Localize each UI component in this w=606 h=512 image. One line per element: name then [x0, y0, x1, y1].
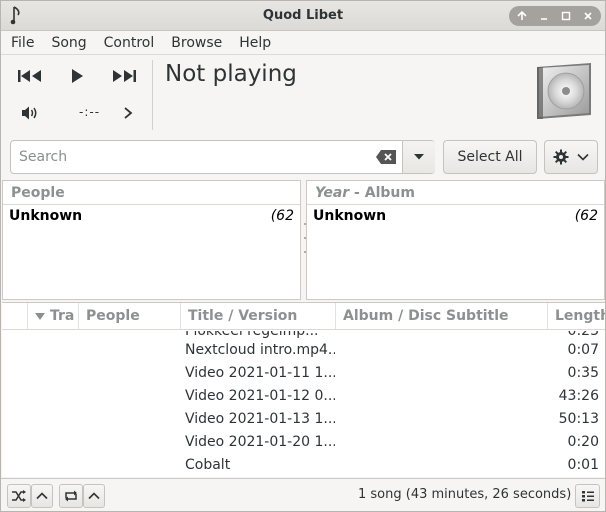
sort-down-icon	[35, 312, 45, 320]
next-button[interactable]	[109, 66, 139, 86]
next-icon	[113, 70, 136, 82]
menu-song[interactable]: Song	[51, 35, 86, 51]
queue-toggle-button[interactable]	[575, 484, 600, 508]
song-length: 0:01	[567, 457, 599, 473]
song-title: Video 2021-01-20 1...	[185, 434, 335, 450]
seek-forward-icon	[124, 107, 133, 119]
chevron-down-icon	[414, 154, 424, 160]
album-header-label: Album	[364, 184, 415, 201]
status-bar: 1 song (43 minutes, 26 seconds)	[1, 478, 605, 511]
album-pane-header[interactable]: Year - Album	[307, 181, 604, 205]
select-all-button[interactable]: Select All	[443, 140, 537, 174]
repeat-icon	[65, 490, 77, 502]
song-length: 50:13	[558, 411, 599, 427]
people-row-name: Unknown	[9, 208, 83, 224]
browser-options-button[interactable]	[544, 140, 598, 174]
column-track[interactable]: Tra	[28, 303, 79, 330]
column-blank[interactable]	[2, 303, 28, 330]
column-track-label: Tra	[50, 308, 75, 324]
volume-button[interactable]	[18, 103, 42, 123]
song-row[interactable]: Video 2021-01-12 0... 43:26	[2, 385, 605, 408]
chevron-up-icon	[36, 492, 48, 500]
song-list: Tra People Title / Version Album / Disc …	[2, 302, 605, 477]
list-icon	[581, 491, 594, 502]
menu-browse[interactable]: Browse	[171, 35, 222, 51]
album-cover-icon[interactable]	[533, 61, 595, 121]
gear-icon	[553, 149, 569, 165]
previous-icon	[18, 70, 41, 82]
play-icon	[72, 69, 83, 83]
album-pane-row[interactable]: Unknown (62	[307, 205, 604, 227]
song-title: Nextcloud intro.mp4...	[185, 342, 335, 358]
song-title: Video 2021-01-13 1...	[185, 411, 335, 427]
song-row[interactable]: Video 2021-01-13 1... 50:13	[2, 408, 605, 431]
minimize-icon[interactable]	[533, 6, 555, 26]
main-window: Quod Libet File Song Control Browse Help	[0, 0, 606, 512]
up-icon[interactable]	[511, 6, 533, 26]
song-row[interactable]: Video 2021-01-11 1... 0:35	[2, 362, 605, 385]
now-playing-label: Not playing	[165, 61, 297, 87]
window-controls	[509, 6, 601, 26]
chevron-down-icon	[577, 153, 589, 161]
song-length: 43:26	[558, 388, 599, 404]
people-pane: People Unknown (62	[2, 180, 301, 300]
header-separator: -	[349, 184, 365, 201]
song-title: Cobalt	[185, 457, 231, 473]
search-history-dropdown[interactable]	[402, 141, 435, 173]
column-album[interactable]: Album / Disc Subtitle	[336, 303, 548, 330]
seek-forward-button[interactable]	[119, 103, 137, 123]
column-length[interactable]: Length	[548, 303, 605, 330]
menu-help[interactable]: Help	[239, 35, 271, 51]
column-length-label: Length	[555, 308, 605, 324]
player-divider	[152, 60, 153, 130]
column-album-label: Album / Disc Subtitle	[343, 308, 509, 324]
play-button[interactable]	[64, 66, 90, 86]
year-header-label: Year	[315, 184, 350, 201]
search-input[interactable]	[11, 142, 366, 172]
song-title: Video 2021-01-12 0...	[185, 388, 335, 404]
people-row-count: (62	[270, 208, 294, 224]
menu-bar: File Song Control Browse Help	[1, 31, 605, 55]
menu-control[interactable]: Control	[104, 35, 155, 51]
repeat-menu-button[interactable]	[83, 484, 105, 508]
menu-file[interactable]: File	[11, 35, 34, 51]
column-people[interactable]: People	[79, 303, 181, 330]
time-label: -:--	[79, 105, 101, 119]
shuffle-menu-button[interactable]	[31, 484, 53, 508]
status-text: 1 song (43 minutes, 26 seconds)	[358, 487, 572, 502]
shuffle-button[interactable]	[7, 484, 31, 508]
people-header-label: People	[11, 184, 65, 201]
title-bar: Quod Libet	[1, 1, 605, 31]
song-row[interactable]: Nextcloud intro.mp4... 0:07	[2, 339, 605, 362]
song-row[interactable]: Video 2021-01-20 1... 0:20	[2, 431, 605, 454]
album-row-name: Unknown	[313, 208, 387, 224]
album-row-count: (62	[574, 208, 598, 224]
song-length: 0:07	[567, 342, 599, 358]
column-title[interactable]: Title / Version	[181, 303, 336, 330]
song-row[interactable]: Cobalt 0:01	[2, 454, 605, 477]
volume-icon	[22, 106, 37, 120]
album-pane: Year - Album Unknown (62	[306, 180, 605, 300]
clear-search-icon[interactable]	[375, 149, 397, 165]
song-title: Video 2021-01-11 1...	[185, 365, 335, 381]
repeat-button[interactable]	[59, 484, 83, 508]
column-people-label: People	[86, 308, 140, 324]
people-pane-header[interactable]: People	[3, 181, 300, 205]
song-length: 0:35	[567, 365, 599, 381]
select-all-label: Select All	[457, 149, 523, 165]
shuffle-icon	[12, 490, 26, 502]
maximize-icon[interactable]	[555, 6, 577, 26]
previous-button[interactable]	[16, 66, 44, 86]
chevron-up-icon	[88, 492, 100, 500]
close-icon[interactable]	[577, 6, 599, 26]
song-length: 0:20	[567, 434, 599, 450]
column-title-label: Title / Version	[188, 308, 298, 324]
search-field	[10, 140, 435, 174]
people-pane-row[interactable]: Unknown (62	[3, 205, 300, 227]
